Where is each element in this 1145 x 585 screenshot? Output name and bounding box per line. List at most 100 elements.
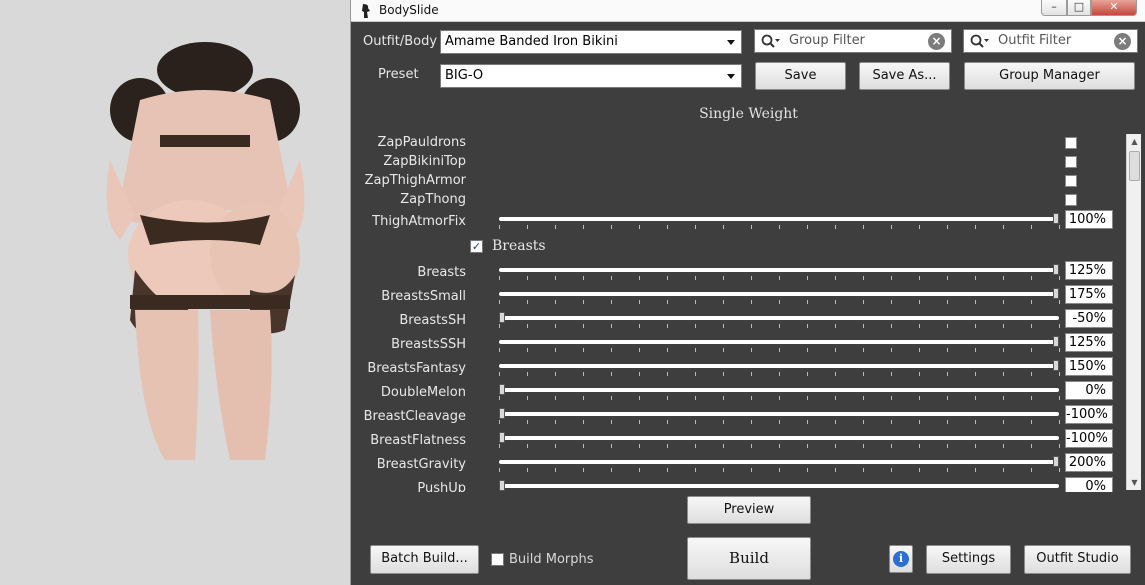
preview-button[interactable]: Preview [687, 496, 811, 524]
minimize-button[interactable]: – [1041, 0, 1067, 16]
slider-tick [1003, 420, 1004, 424]
slider-tick [639, 396, 640, 400]
slider-label: ThighAtmorFix [372, 214, 466, 229]
slider-ticks [499, 276, 1060, 282]
slider-tick [947, 420, 948, 424]
build-button[interactable]: Build [687, 537, 811, 580]
slider-tick [975, 276, 976, 280]
slider-tick [779, 300, 780, 304]
slider-tick [1059, 300, 1060, 304]
zap-bikini-top-checkbox[interactable] [1065, 156, 1077, 168]
settings-button[interactable]: Settings [926, 545, 1011, 574]
slider-tick [1059, 468, 1060, 472]
build-morphs-checkbox[interactable] [491, 553, 504, 566]
3d-preview-pane[interactable] [0, 0, 350, 585]
slider-value-field[interactable]: 0% [1065, 381, 1113, 400]
maximize-button[interactable]: □ [1067, 0, 1091, 16]
body-model-image [106, 42, 305, 460]
slider-tick [919, 396, 920, 400]
slider-track[interactable] [499, 364, 1059, 368]
scroll-down-icon[interactable]: ▼ [1127, 475, 1142, 490]
zap-label: ZapThighArmor [364, 173, 466, 188]
slider-tick [1003, 324, 1004, 328]
slider-tick [779, 225, 780, 229]
batch-build-button[interactable]: Batch Build... [370, 545, 479, 574]
slider-thumb[interactable] [499, 312, 505, 323]
scroll-thumb[interactable] [1129, 151, 1140, 181]
slider-tick [863, 372, 864, 376]
outfit-body-dropdown[interactable]: Amame Banded Iron Bikini [440, 30, 742, 54]
slider-value-field[interactable]: -100% [1065, 429, 1113, 448]
slider-tick [779, 372, 780, 376]
slider-value-field[interactable]: 100% [1065, 210, 1113, 229]
slider-thumb[interactable] [1053, 213, 1059, 224]
slider-thumb[interactable] [1053, 360, 1059, 371]
slider-label: DoubleMelon [380, 385, 466, 400]
preset-dropdown[interactable]: BIG-O [440, 64, 742, 88]
vertical-scrollbar[interactable]: ▲ ▼ [1126, 134, 1141, 490]
scroll-up-icon[interactable]: ▲ [1127, 134, 1142, 149]
clear-group-filter-icon[interactable]: × [928, 33, 945, 50]
slider-label: BreastsSmall [381, 289, 466, 304]
slider-tick [919, 348, 920, 352]
slider-tick [1031, 225, 1032, 229]
group-manager-button[interactable]: Group Manager [964, 62, 1135, 90]
slider-value-field[interactable]: 125% [1065, 261, 1113, 280]
slider-tick [863, 300, 864, 304]
slider-track[interactable] [499, 412, 1059, 416]
slider-tick [891, 372, 892, 376]
slider-track[interactable] [499, 217, 1059, 221]
zap-thong-checkbox[interactable] [1065, 194, 1077, 206]
slider-value-field[interactable]: -50% [1065, 309, 1113, 328]
save-button[interactable]: Save [755, 62, 846, 90]
slider-tick [1003, 276, 1004, 280]
zap-pauldrons-checkbox[interactable] [1065, 137, 1077, 149]
outfit-studio-button[interactable]: Outfit Studio [1024, 545, 1131, 574]
slider-tick [1059, 225, 1060, 229]
slider-track[interactable] [499, 340, 1059, 344]
clear-outfit-filter-icon[interactable]: × [1114, 33, 1131, 50]
slider-value-field[interactable]: 0% [1065, 477, 1113, 492]
slider-tick [1031, 396, 1032, 400]
slider-track[interactable] [499, 484, 1059, 488]
slider-thumb[interactable] [499, 408, 505, 419]
slider-track[interactable] [499, 388, 1059, 392]
slider-thumb[interactable] [499, 480, 505, 491]
breasts-group-checkbox[interactable]: ✓ [470, 240, 483, 253]
slider-thumb[interactable] [499, 384, 505, 395]
group-filter-input[interactable]: Group Filter × [754, 29, 952, 53]
slider-thumb[interactable] [1053, 336, 1059, 347]
slider-track[interactable] [499, 292, 1059, 296]
slider-value-field[interactable]: 150% [1065, 357, 1113, 376]
slider-tick [611, 372, 612, 376]
save-as-button[interactable]: Save As... [859, 62, 950, 90]
slider-ticks [499, 225, 1060, 231]
slider-value-field[interactable]: 175% [1065, 285, 1113, 304]
slider-tick [555, 348, 556, 352]
slider-tick [807, 444, 808, 448]
slider-track[interactable] [499, 316, 1059, 320]
slider-thumb[interactable] [1053, 264, 1059, 275]
info-button[interactable]: i [889, 545, 913, 573]
slider-value-field[interactable]: -100% [1065, 405, 1113, 424]
slider-track[interactable] [499, 436, 1059, 440]
dropdown-arrow-icon [727, 74, 735, 79]
outfit-body-label: Outfit/Body [363, 34, 438, 49]
slider-track[interactable] [499, 268, 1059, 272]
slider-tick [751, 468, 752, 472]
zap-thigh-armor-checkbox[interactable] [1065, 175, 1077, 187]
outfit-filter-input[interactable]: Outfit Filter × [963, 29, 1138, 53]
slider-tick [947, 372, 948, 376]
slider-value-field[interactable]: 125% [1065, 333, 1113, 352]
info-icon: i [893, 551, 909, 567]
slider-tick [1031, 468, 1032, 472]
slider-thumb[interactable] [499, 432, 505, 443]
slider-ticks [499, 324, 1060, 330]
close-button[interactable]: ✕ [1091, 0, 1137, 16]
slider-thumb[interactable] [1053, 456, 1059, 467]
slider-thumb[interactable] [1053, 288, 1059, 299]
slider-tick [919, 444, 920, 448]
slider-tick [891, 396, 892, 400]
slider-track[interactable] [499, 460, 1059, 464]
slider-value-field[interactable]: 200% [1065, 453, 1113, 472]
